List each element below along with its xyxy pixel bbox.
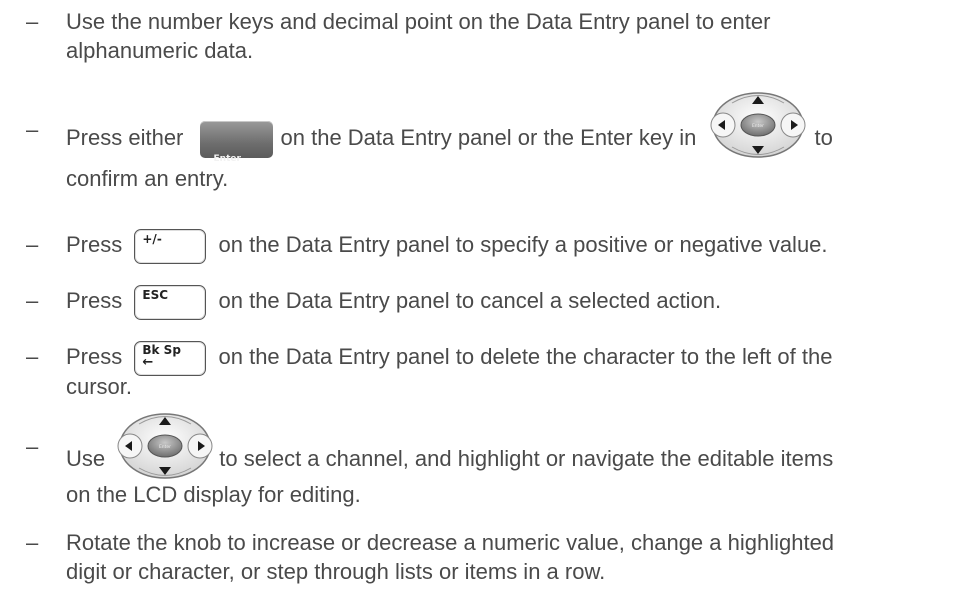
item-text: cursor. <box>66 374 133 399</box>
item-text: Use <box>66 445 106 471</box>
item-text: Press <box>66 344 123 369</box>
item-text: Press either <box>66 124 184 150</box>
bullet: – <box>26 434 39 459</box>
backspace-key-icon: Bk Sp ← <box>134 340 207 376</box>
key-arrow: ← <box>142 354 154 370</box>
item-text: on the Data Entry panel to delete the ch… <box>218 344 833 369</box>
item-text: on the LCD display for editing. <box>66 482 361 507</box>
bullet: – <box>26 117 39 142</box>
item-text: Rotate the knob to increase or decrease … <box>66 530 835 555</box>
item-text: to select a channel, and highlight or na… <box>219 445 834 471</box>
item-text: on the Data Entry panel or the Enter key… <box>280 124 697 150</box>
enter-key-icon: Enter <box>199 120 273 164</box>
item-text: alphanumeric data. <box>66 38 254 63</box>
escape-key-icon: ESC <box>134 284 207 320</box>
bullet: – <box>26 232 39 257</box>
key-label: ESC <box>142 287 169 302</box>
bullet: – <box>26 344 39 369</box>
item-text: Use the number keys and decimal point on… <box>66 9 771 34</box>
item-text: Press <box>66 288 123 313</box>
item-text: on the Data Entry panel to cancel a sele… <box>218 288 722 313</box>
navigation-pad-icon <box>710 90 807 188</box>
item-text: on the Data Entry panel to specify a pos… <box>218 232 828 257</box>
item-text: digit or character, or step through list… <box>66 559 606 584</box>
key-label: +/- <box>142 231 162 246</box>
bullet: – <box>26 530 39 555</box>
bullet: – <box>26 9 39 34</box>
item-text: to <box>814 124 833 150</box>
item-text: Press <box>66 232 123 257</box>
bullet: – <box>26 288 39 313</box>
item-text: confirm an entry. <box>66 166 229 191</box>
plus-minus-key-icon: +/- <box>134 228 207 264</box>
